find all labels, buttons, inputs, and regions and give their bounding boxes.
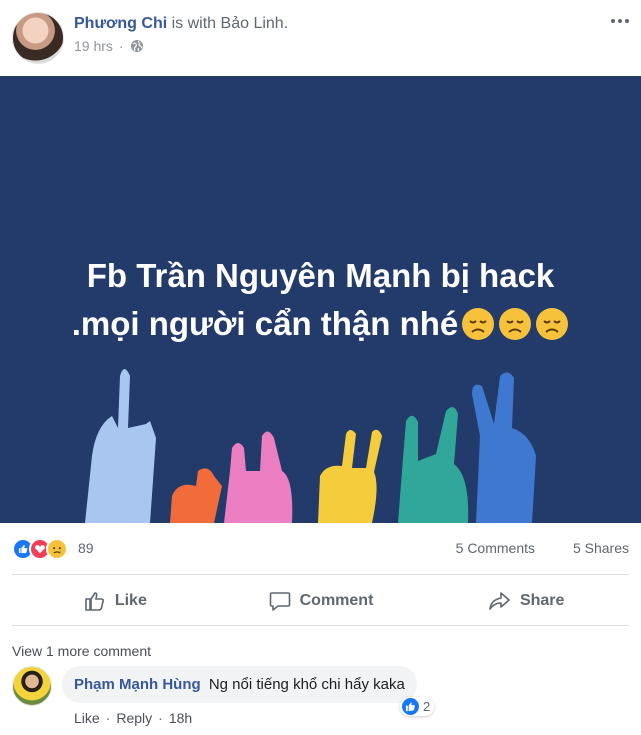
sad-reaction-icon [46, 538, 68, 560]
thumbs-up-icon [85, 591, 104, 611]
tagged-with-text: is with Bảo Linh. [171, 15, 289, 32]
disappointed-face-icon [462, 308, 495, 340]
action-bar: Like Comment Share [12, 576, 629, 626]
comments-count-link[interactable]: 5 Comments [456, 540, 535, 556]
reactions-summary: 89 5 Comments 5 Shares [12, 523, 629, 575]
comment-button[interactable]: Comment [218, 576, 424, 625]
shares-count-link[interactable]: 5 Shares [573, 540, 629, 556]
disappointed-face-icon [536, 308, 569, 340]
author-avatar[interactable] [12, 12, 64, 64]
like-badge-icon [402, 698, 419, 715]
meta-dot: · [158, 710, 163, 726]
post-text-line-2-text: .mọi người cẩn thận nhé [71, 305, 459, 342]
comment-bubble: Phạm Mạnh Hùng Ng nổi tiếng khổ chi hẩy … [62, 666, 417, 703]
reaction-icons[interactable] [12, 538, 68, 560]
post-text-line-2: .mọi người cẩn thận nhé [20, 300, 621, 348]
post-time[interactable]: 19 hrs [74, 38, 113, 54]
author-name[interactable]: Phương Chi [74, 15, 167, 32]
post-header: Phương Chi is with Bảo Linh. 19 hrs · [0, 0, 641, 76]
commenter-avatar[interactable] [12, 666, 52, 706]
share-label: Share [519, 591, 565, 609]
more-options-icon[interactable] [609, 12, 631, 30]
post-image-text: Fb Trần Nguyên Mạnh bị hack .mọi người c… [20, 252, 621, 348]
reaction-count[interactable]: 89 [78, 540, 94, 556]
comment-bubble-icon [269, 591, 290, 611]
comment-meta: Like · Reply · 18h [74, 710, 192, 726]
meta-separator: · [118, 38, 124, 54]
post-meta: 19 hrs · [74, 38, 144, 54]
post-header-line: Phương Chi is with Bảo Linh. [74, 14, 288, 34]
comment-like-link[interactable]: Like [74, 710, 100, 726]
commenter-name[interactable]: Phạm Mạnh Hùng [74, 676, 201, 693]
comment-label: Comment [299, 591, 374, 609]
comment-time[interactable]: 18h [169, 710, 192, 726]
meta-dot: · [105, 710, 111, 726]
comment-like-count[interactable]: 2 [400, 697, 435, 716]
comment-like-number: 2 [423, 699, 431, 714]
like-button[interactable]: Like [12, 576, 218, 625]
globe-icon[interactable] [130, 39, 144, 53]
share-button[interactable]: Share [423, 576, 629, 625]
comment-reply-link[interactable]: Reply [116, 710, 152, 726]
share-arrow-icon [489, 591, 510, 610]
disappointed-face-icon [499, 308, 532, 340]
post-text-line-1: Fb Trần Nguyên Mạnh bị hack [86, 257, 555, 294]
like-label: Like [114, 591, 147, 609]
comment-text: Ng nổi tiếng khổ chi hẩy kaka [208, 676, 405, 693]
post-image[interactable]: Fb Trần Nguyên Mạnh bị hack .mọi người c… [0, 76, 641, 523]
view-more-comments-link[interactable]: View 1 more comment [12, 643, 151, 659]
